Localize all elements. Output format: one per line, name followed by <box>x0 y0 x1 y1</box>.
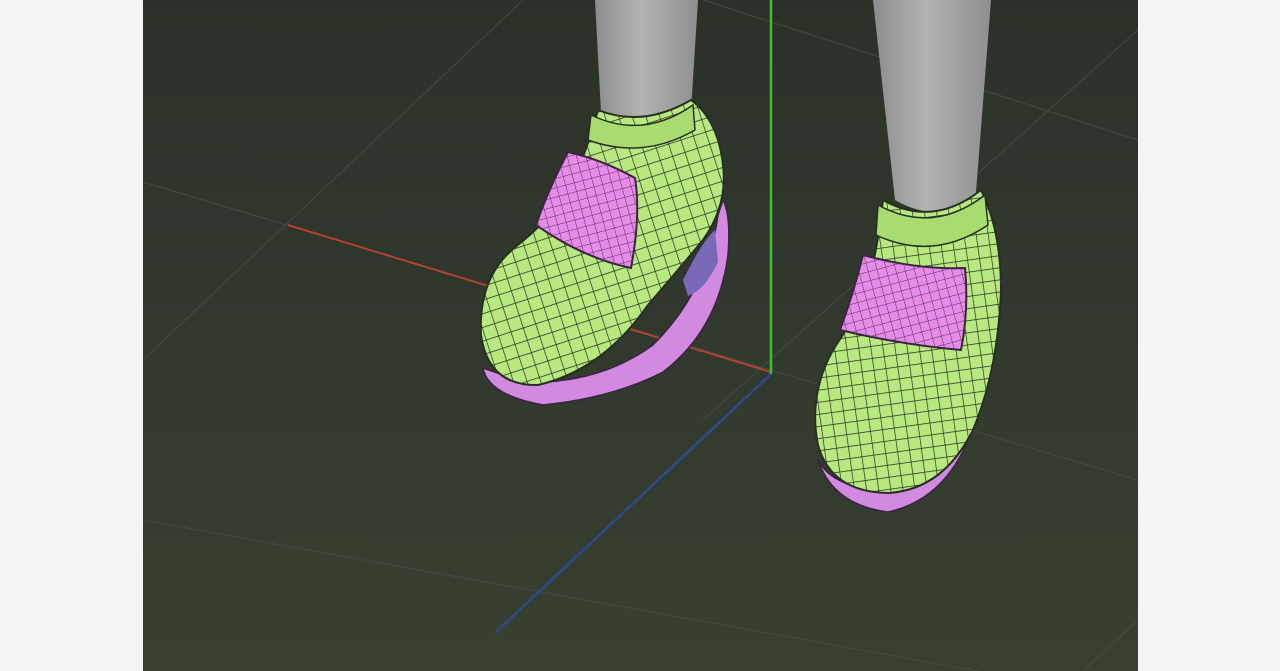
right-shoe <box>814 188 1004 513</box>
page <box>0 0 1280 671</box>
z-axis-line <box>494 373 772 634</box>
left-shoe <box>479 98 730 406</box>
viewport-canvas[interactable] <box>143 0 1138 671</box>
right-leg <box>873 0 991 213</box>
left-leg <box>595 0 698 121</box>
3d-viewport[interactable] <box>143 0 1138 671</box>
